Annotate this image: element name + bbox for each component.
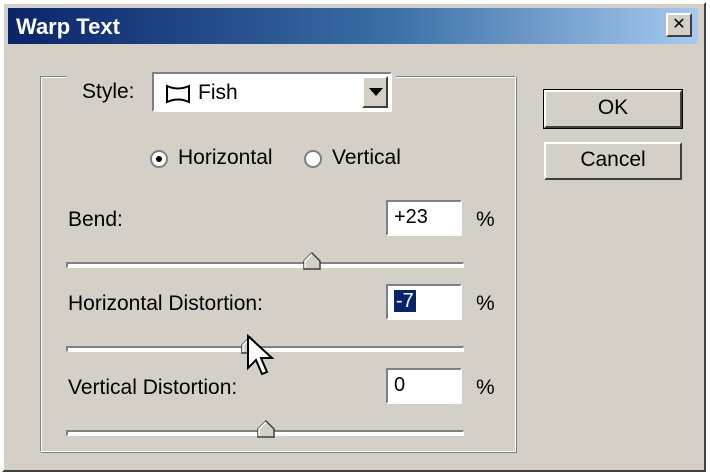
bend-input[interactable]: +23 (386, 200, 462, 236)
radio-vertical[interactable] (304, 150, 322, 168)
style-select[interactable]: Fish (152, 72, 392, 112)
style-label: Style: (82, 80, 135, 103)
bend-value: +23 (394, 206, 428, 228)
window-title: Warp Text (16, 14, 120, 39)
horizontal-distortion-unit: % (476, 292, 495, 315)
radio-vertical-label[interactable]: Vertical (332, 146, 401, 170)
bend-unit: % (476, 208, 495, 231)
vertical-distortion-value: 0 (394, 374, 406, 396)
bend-slider-track[interactable] (66, 262, 464, 268)
close-icon: ✕ (672, 16, 686, 33)
horizontal-distortion-label: Horizontal Distortion: (68, 292, 263, 315)
style-value: Fish (198, 81, 238, 104)
vertical-distortion-unit: % (476, 376, 495, 399)
bend-slider-thumb[interactable] (302, 251, 322, 275)
title-bar[interactable]: Warp Text ✕ (8, 8, 698, 44)
fish-warp-icon (164, 82, 192, 111)
horizontal-distortion-input[interactable]: -7 (386, 284, 462, 320)
bend-label: Bend: (68, 208, 123, 231)
horizontal-distortion-value: -7 (394, 290, 416, 312)
close-button[interactable]: ✕ (666, 13, 692, 37)
cancel-button[interactable]: Cancel (544, 142, 682, 180)
vertical-distortion-input[interactable]: 0 (386, 368, 462, 404)
vertical-distortion-label: Vertical Distortion: (68, 376, 238, 399)
chevron-down-icon[interactable] (362, 76, 388, 108)
vertical-distortion-slider-thumb[interactable] (256, 419, 276, 443)
radio-horizontal-label[interactable]: Horizontal (178, 146, 273, 170)
mouse-cursor-icon (246, 333, 276, 383)
radio-horizontal[interactable] (150, 150, 168, 168)
warp-text-dialog: Warp Text ✕ Style: Fish OK Cancel Horizo… (2, 2, 706, 472)
ok-button[interactable]: OK (543, 89, 683, 129)
